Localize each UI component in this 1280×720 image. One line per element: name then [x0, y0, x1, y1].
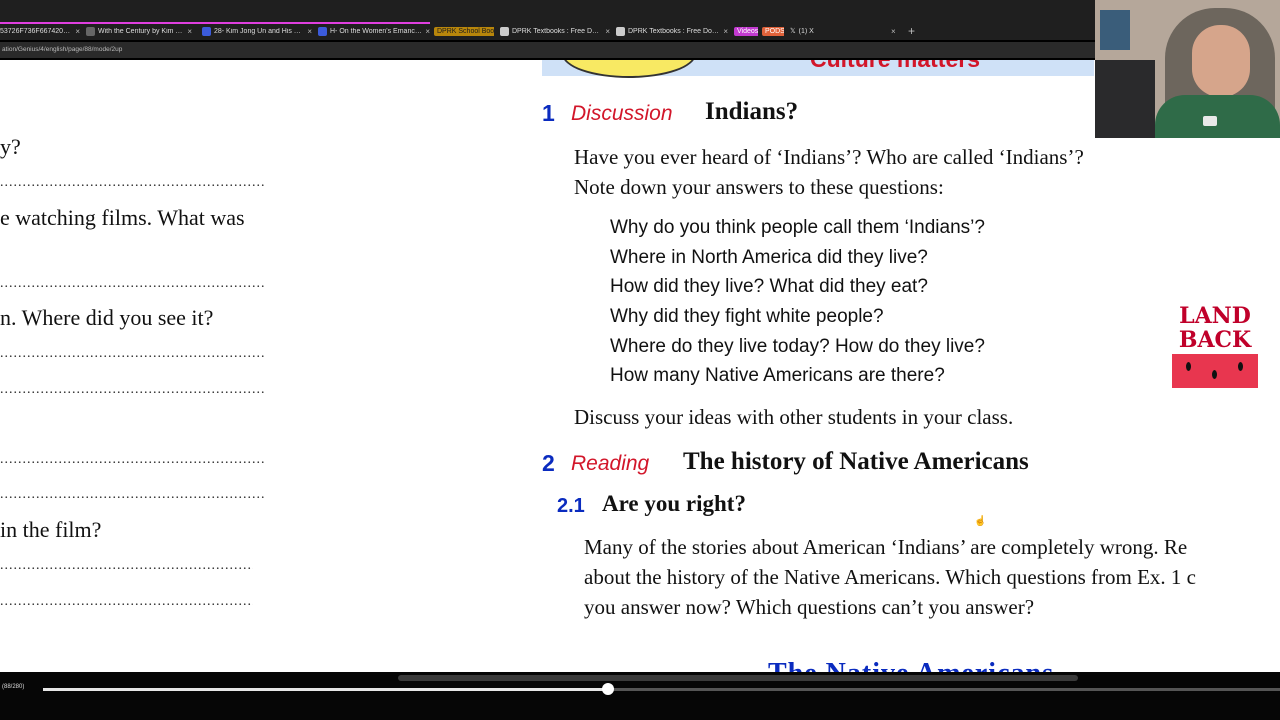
- page-text-line: e watching films. What was: [0, 205, 245, 230]
- page-text-line: in the film?: [0, 517, 102, 542]
- intro-line: Note down your answers to these question…: [574, 175, 944, 199]
- answer-line: ........................................…: [0, 487, 265, 502]
- tab-womens-emancipation[interactable]: H- On the Women's Emancipatio ×: [318, 23, 430, 39]
- section-kind: Discussion: [571, 102, 673, 125]
- sticker-text-line: LAND: [1179, 303, 1251, 329]
- chapter-banner: Culture matters: [542, 60, 1094, 78]
- question-item: Where do they live today? How do they li…: [610, 336, 985, 357]
- viewer-progress-bar: (88/280): [0, 672, 1280, 720]
- tab-with-the-century[interactable]: With the Century by Kim Il Sung ( ×: [86, 23, 192, 39]
- reading-line: you answer now? Which questions can’t yo…: [584, 595, 1035, 619]
- tab-favicon-icon: [616, 26, 625, 36]
- tab-title: PODS: [762, 26, 784, 36]
- tab-title: 53726F736F6674205...: [0, 27, 73, 35]
- sticker-text-line: BACK: [1178, 327, 1252, 353]
- tab-videos[interactable]: Videos: [734, 23, 758, 39]
- section-number: 2: [542, 450, 555, 476]
- tab-close-icon[interactable]: ×: [891, 23, 901, 39]
- tab-title: DPRK Textbooks : Free Download,: [628, 27, 721, 35]
- tab-dprk-textbooks-1[interactable]: DPRK Textbooks : Free Download, ×: [500, 23, 610, 39]
- address-bar[interactable]: ation/Genius/4/english/page/88/mode/2up: [0, 42, 1097, 58]
- tab-close-icon[interactable]: ×: [723, 27, 728, 36]
- webcam-overlay: [1095, 0, 1280, 138]
- intro-line: Have you ever heard of ‘Indians’? Who ar…: [574, 145, 1084, 169]
- answer-line: ........................................…: [0, 594, 253, 609]
- tab-close-icon[interactable]: ×: [425, 27, 430, 36]
- chapter-title: Culture matters: [810, 60, 980, 73]
- next-heading: The Native Americans: [768, 658, 1054, 672]
- section-title: The history of Native Americans: [683, 448, 1029, 475]
- answer-line: ........................................…: [0, 382, 265, 397]
- left-book-page: y? .....................................…: [0, 60, 412, 672]
- tab-title: DPRK School Books: [434, 26, 494, 36]
- tab-title: Videos: [734, 26, 758, 36]
- tab-close-icon[interactable]: ×: [75, 27, 80, 36]
- tab-pods[interactable]: PODS: [762, 23, 784, 39]
- progress-fill: [43, 688, 608, 691]
- land-back-sticker: LAND BACK: [1172, 302, 1258, 388]
- question-item: Why do you think people call them ‘India…: [610, 217, 985, 238]
- reading-line: about the history of the Native American…: [584, 565, 1196, 589]
- section-number: 1: [542, 100, 555, 126]
- page-text-line: n. Where did you see it?: [0, 305, 214, 330]
- question-item: How many Native Americans are there?: [610, 365, 945, 386]
- tab-dprk-school-books[interactable]: DPRK School Books: [434, 23, 494, 39]
- answer-line: ........................................…: [0, 558, 253, 573]
- new-tab-button[interactable]: +: [908, 24, 915, 38]
- answer-line: ........................................…: [0, 346, 265, 361]
- question-item: Where in North America did they live?: [610, 247, 928, 268]
- reading-line: Many of the stories about American ‘Indi…: [584, 535, 1188, 559]
- subsection-number: 2.1: [557, 495, 585, 517]
- tab-x[interactable]: 𝕏 (1) X: [790, 23, 896, 39]
- tab-favicon-icon: [86, 26, 95, 36]
- tab-dprk-textbooks-2[interactable]: DPRK Textbooks : Free Download, ×: [616, 23, 728, 39]
- sun-illustration: [562, 60, 696, 78]
- tab-close-icon[interactable]: ×: [187, 27, 192, 36]
- tab-kim-jong-un[interactable]: 28- Kim Jong Un and His Love-th ×: [202, 23, 312, 39]
- tab-favicon-icon: [500, 26, 509, 36]
- progress-knob[interactable]: [602, 683, 614, 695]
- horizontal-scrollbar[interactable]: [398, 675, 1078, 681]
- tab-hex[interactable]: 53726F736F6674205... ×: [0, 23, 80, 39]
- tab-favicon-icon: [202, 26, 211, 36]
- x-logo-icon: 𝕏: [790, 28, 796, 35]
- question-item: Why did they fight white people?: [610, 306, 884, 327]
- answer-line: ........................................…: [0, 276, 265, 291]
- tab-title: With the Century by Kim Il Sung (: [98, 27, 184, 35]
- question-item: How did they live? What did they eat?: [610, 276, 928, 297]
- answer-line: ........................................…: [0, 452, 265, 467]
- tab-close-icon[interactable]: ×: [307, 27, 312, 36]
- shirt-logo-icon: [1203, 116, 1217, 126]
- subsection-title: Are you right?: [602, 491, 746, 516]
- tab-favicon-icon: [318, 26, 327, 36]
- watermelon-icon: [1172, 354, 1258, 388]
- right-book-page: Culture matters 1 Discussion Indians? Ha…: [542, 60, 1280, 672]
- browser-tab-bar: 53726F736F6674205... × With the Century …: [0, 0, 1095, 40]
- mouse-cursor-icon: ☝: [974, 516, 987, 527]
- tab-title: (1) X: [798, 27, 814, 35]
- discussion-closing: Discuss your ideas with other students i…: [574, 405, 1014, 429]
- tab-title: H- On the Women's Emancipatio: [330, 27, 423, 35]
- tab-close-icon[interactable]: ×: [605, 27, 610, 36]
- tab-title: 28- Kim Jong Un and His Love-th: [214, 27, 305, 35]
- answer-line: ........................................…: [0, 175, 265, 190]
- page-counter: (88/280): [2, 684, 25, 690]
- section-title: Indians?: [705, 98, 799, 125]
- page-gutter: [412, 60, 542, 672]
- page-text-line: y?: [0, 134, 21, 159]
- tab-title: DPRK Textbooks : Free Download,: [512, 27, 602, 35]
- section-kind: Reading: [571, 452, 650, 475]
